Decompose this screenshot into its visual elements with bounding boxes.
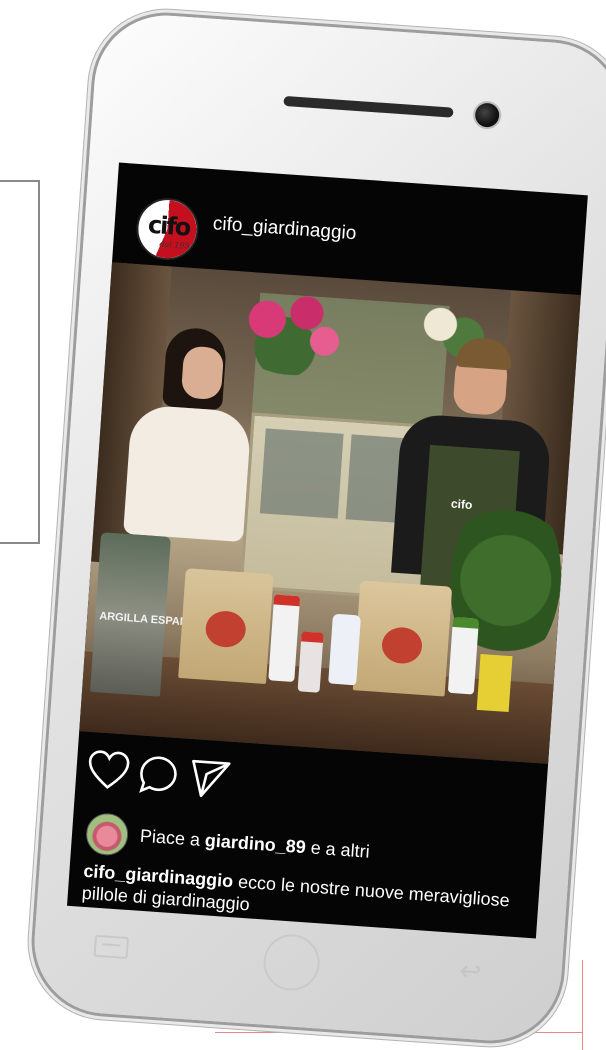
bag-print [380, 626, 424, 665]
bag-print [204, 609, 247, 649]
home-icon[interactable] [261, 932, 322, 993]
profile-avatar[interactable]: cifo dal 1951 [134, 195, 201, 263]
back-icon[interactable]: ↩ [453, 955, 489, 986]
likes-prefix: Piace a [139, 825, 206, 851]
apron-logo-text: cifo [450, 496, 473, 512]
background-guide-line [582, 960, 583, 1050]
bottle-cap [301, 631, 324, 643]
bottle-cap [273, 594, 301, 607]
likes-suffix: e a altri [305, 837, 371, 862]
woman-blouse [123, 404, 252, 543]
menu-icon[interactable] [93, 934, 129, 960]
post-username[interactable]: cifo_giardinaggio [212, 213, 357, 245]
send-icon[interactable] [187, 755, 234, 802]
liker-avatar[interactable] [84, 811, 130, 857]
background-paper-frame [0, 180, 40, 544]
cabinet-glass-left [259, 428, 344, 519]
likes-username[interactable]: giardino_89 [204, 830, 306, 857]
product-bottle [447, 616, 480, 695]
product-bag-bio [178, 568, 274, 685]
post-photo[interactable]: cifo ARGILLA ESPANSA [79, 262, 581, 764]
product-bag-bio-2 [352, 580, 453, 697]
brand-logo-text: cifo [147, 210, 191, 242]
phone-speaker [283, 95, 454, 118]
woman-face [180, 345, 225, 401]
product-box-yellow [476, 653, 513, 713]
man-hair [455, 336, 513, 371]
phone-screen: cifo dal 1951 cifo_giardinaggio cifo ARG… [67, 162, 588, 939]
comment-icon[interactable] [135, 751, 182, 798]
product-box [328, 613, 361, 686]
product-bottle [297, 631, 324, 693]
bottle-cap [452, 616, 480, 629]
likes-text[interactable]: Piace a giardino_89 e a altri [139, 826, 370, 863]
heart-icon[interactable] [85, 748, 132, 795]
phone-device: cifo dal 1951 cifo_giardinaggio cifo ARG… [29, 10, 606, 1046]
camera-icon [474, 102, 500, 128]
